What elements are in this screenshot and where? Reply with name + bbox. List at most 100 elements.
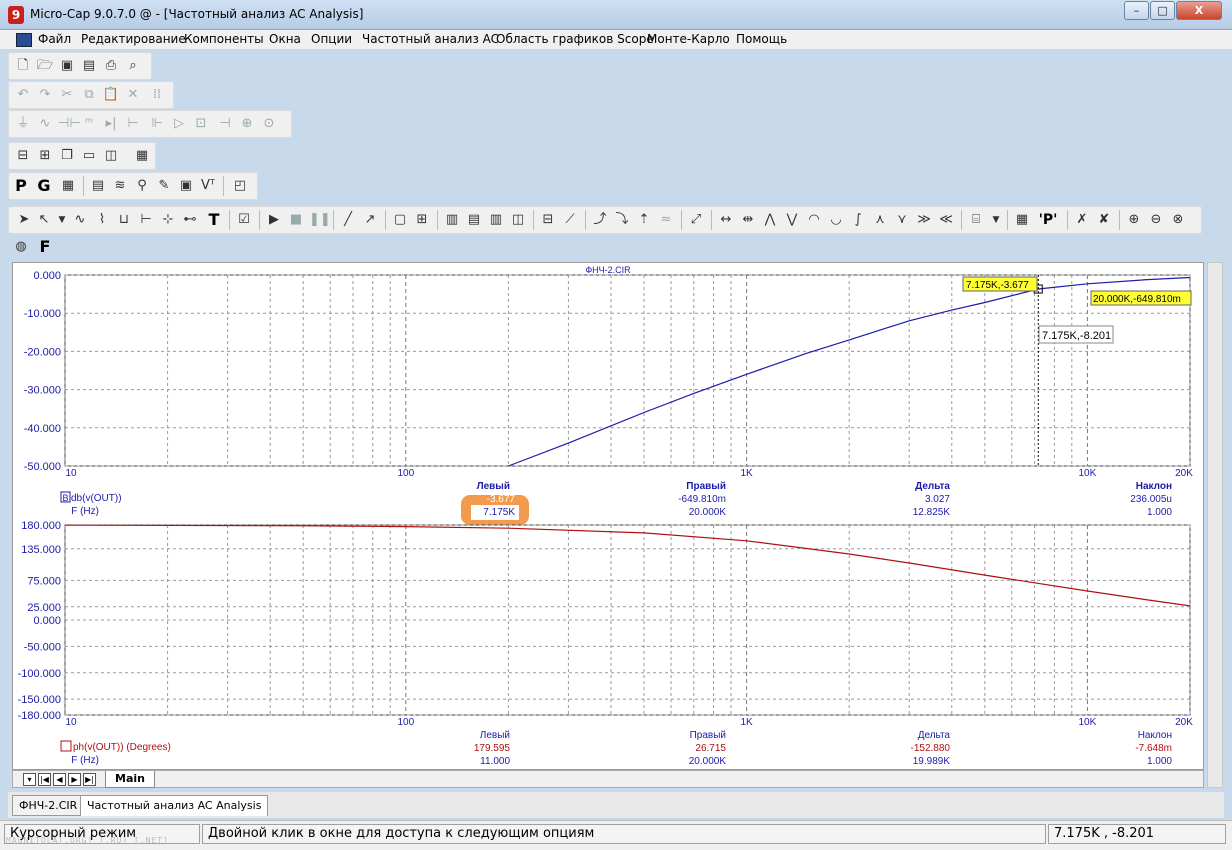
- undo-icon[interactable]: ↶: [14, 86, 32, 104]
- save-icon[interactable]: ▣: [58, 57, 76, 75]
- chevron-down-icon[interactable]: ▼: [53, 211, 71, 229]
- save-all-icon[interactable]: ▤: [80, 57, 98, 75]
- menu-help[interactable]: Помощь: [736, 32, 787, 46]
- probe-p-button[interactable]: P: [12, 177, 30, 195]
- tag-icon[interactable]: ⊢: [137, 211, 155, 229]
- graph-icon[interactable]: ∿: [71, 211, 89, 229]
- tab-main[interactable]: Main: [105, 771, 155, 788]
- axes-icon[interactable]: ◫: [509, 211, 527, 229]
- last-tab-icon[interactable]: ▶|: [83, 773, 96, 786]
- minimize-button[interactable]: –: [1124, 1, 1149, 20]
- numeric-output-icon[interactable]: ▤: [89, 177, 107, 195]
- macro-icon[interactable]: ⊡: [192, 115, 210, 133]
- point-tag-icon[interactable]: ⊹: [159, 211, 177, 229]
- run-icon[interactable]: ▶: [265, 211, 283, 229]
- horizontal-tag-icon[interactable]: ⊷: [181, 211, 199, 229]
- maximize-button[interactable]: □: [1150, 1, 1175, 20]
- plot-area[interactable]: 0.000 -10.000 -20.000 -30.000 -40.000 -50.000…: [12, 262, 1204, 770]
- cut-icon[interactable]: ✂: [58, 86, 76, 104]
- properties-icon[interactable]: ☑: [235, 211, 253, 229]
- window-icon[interactable]: ▭: [80, 147, 98, 165]
- ac-analysis-chart[interactable]: 0.000 -10.000 -20.000 -30.000 -40.000 -50.000…: [13, 263, 1203, 769]
- menu-monte-carlo[interactable]: Монте-Карло: [647, 32, 730, 46]
- prev-tab-icon[interactable]: ◀: [53, 773, 66, 786]
- select-arrow-icon[interactable]: ➤: [15, 211, 33, 229]
- diode-icon[interactable]: ▸|: [102, 115, 120, 133]
- low-icon[interactable]: ◡: [827, 211, 845, 229]
- menu-options[interactable]: Опции: [311, 32, 352, 46]
- probe-p-quote-button[interactable]: 'P': [1035, 211, 1061, 229]
- tool-box-icon[interactable]: ⌸: [967, 211, 985, 229]
- first-page-icon[interactable]: ▾: [23, 773, 36, 786]
- doc-tab-circuit[interactable]: ФНЧ-2.CIR: [12, 795, 85, 816]
- inductor-icon[interactable]: ᵐ: [80, 115, 98, 133]
- peak-cursor-icon[interactable]: ⤴: [591, 211, 609, 229]
- paste-icon[interactable]: 📋: [102, 86, 120, 104]
- menu-scope[interactable]: Область графиков Scope: [496, 32, 654, 46]
- ac-source-icon[interactable]: ⊙: [260, 115, 278, 133]
- frame-icon[interactable]: ▢: [391, 211, 409, 229]
- pointer-icon[interactable]: ↖: [35, 211, 53, 229]
- high-icon[interactable]: ◠: [805, 211, 823, 229]
- minor-grid-icon[interactable]: ▥: [443, 211, 461, 229]
- menu-ac-analysis[interactable]: Частотный анализ AC: [362, 32, 499, 46]
- columns-icon[interactable]: ▥: [487, 211, 505, 229]
- text-tool-icon[interactable]: T: [205, 211, 223, 229]
- document-icon[interactable]: [16, 33, 32, 47]
- menu-file[interactable]: Файл: [38, 32, 71, 46]
- waveform-icon[interactable]: ≋: [111, 177, 129, 195]
- menu-components[interactable]: Компоненты: [184, 32, 264, 46]
- stop-icon[interactable]: ■: [287, 211, 305, 229]
- cascade-icon[interactable]: ❐: [58, 147, 76, 165]
- table-icon[interactable]: ▦: [59, 177, 77, 195]
- fit-icon[interactable]: ⤢: [687, 211, 705, 229]
- probe-g-button[interactable]: G: [35, 177, 53, 195]
- top-icon[interactable]: ≫: [915, 211, 933, 229]
- open-icon[interactable]: 🗁: [36, 57, 54, 75]
- source-icon[interactable]: ⊕: [238, 115, 256, 133]
- copy-icon[interactable]: ⧉: [80, 86, 98, 104]
- peak-icon[interactable]: ⋀: [761, 211, 779, 229]
- menu-windows[interactable]: Окна: [269, 32, 301, 46]
- print-icon[interactable]: ⎙: [102, 57, 120, 75]
- valley-cursor-icon[interactable]: ⤵: [613, 211, 631, 229]
- probe-icon[interactable]: ⚲: [133, 177, 151, 195]
- line-tool-icon[interactable]: ╱: [339, 211, 357, 229]
- valley-icon[interactable]: ⋁: [783, 211, 801, 229]
- tile-horizontal-icon[interactable]: ⊟: [14, 147, 32, 165]
- rows-icon[interactable]: ▤: [465, 211, 483, 229]
- zoom-out-icon[interactable]: ⊖: [1147, 211, 1165, 229]
- x-cursor-icon[interactable]: ✗: [1073, 211, 1091, 229]
- opamp-icon[interactable]: ▷: [170, 115, 188, 133]
- delete-icon[interactable]: ✕: [124, 86, 142, 104]
- next-point-icon[interactable]: ↔: [717, 211, 735, 229]
- battery-icon[interactable]: ⊣: [216, 115, 234, 133]
- ground-icon[interactable]: ⏚: [14, 115, 32, 133]
- grid-icon[interactable]: ⊞: [413, 211, 431, 229]
- doc-tab-ac-analysis[interactable]: Частотный анализ AC Analysis: [80, 795, 269, 816]
- cursor-mode-icon[interactable]: ⌇: [93, 211, 111, 229]
- select-all-icon[interactable]: ⁞⁞: [148, 86, 166, 104]
- global-high-icon[interactable]: ⋏: [871, 211, 889, 229]
- y-cursor-icon[interactable]: ✘: [1095, 211, 1113, 229]
- vertical-scrollbar[interactable]: [1207, 262, 1223, 788]
- diagonal-icon[interactable]: ⟋: [561, 211, 579, 229]
- new-icon[interactable]: 🗋: [14, 57, 32, 75]
- zoom-fit-icon[interactable]: ⊗: [1169, 211, 1187, 229]
- scale-icon[interactable]: ⊔: [115, 211, 133, 229]
- pen-icon[interactable]: ✎: [155, 177, 173, 195]
- low-cursor-icon[interactable]: ≈: [657, 211, 675, 229]
- next-tab-icon[interactable]: ▶: [68, 773, 81, 786]
- globe-icon[interactable]: ◍: [12, 238, 30, 256]
- global-low-icon[interactable]: ⋎: [893, 211, 911, 229]
- tool-dropdown-icon[interactable]: ▼: [987, 211, 1005, 229]
- arrow-line-icon[interactable]: ↗: [361, 211, 379, 229]
- resistor-icon[interactable]: ∿: [36, 115, 54, 133]
- inflection-icon[interactable]: ∫: [849, 211, 867, 229]
- tile-vertical-icon[interactable]: ⊞: [36, 147, 54, 165]
- zoom-in-icon[interactable]: ⊕: [1125, 211, 1143, 229]
- data-table-icon[interactable]: ▦: [1013, 211, 1031, 229]
- redo-icon[interactable]: ↷: [36, 86, 54, 104]
- bottom-icon[interactable]: ≪: [937, 211, 955, 229]
- first-tab-icon[interactable]: |◀: [38, 773, 51, 786]
